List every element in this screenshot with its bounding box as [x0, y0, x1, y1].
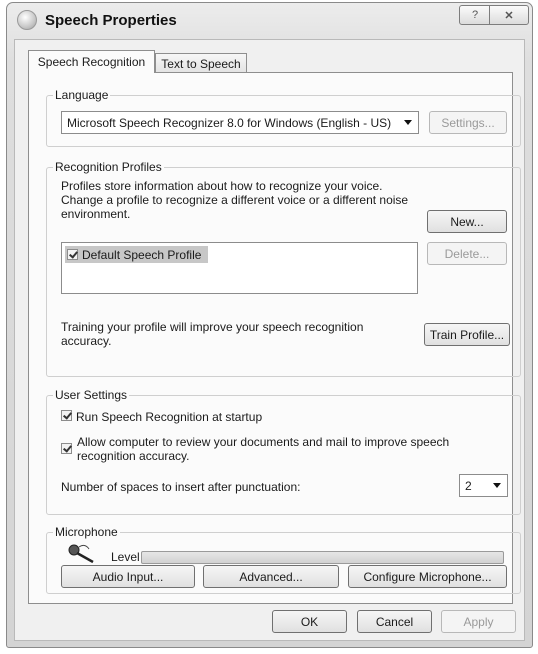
- list-item[interactable]: Default Speech Profile: [65, 246, 208, 263]
- help-icon: ?: [471, 9, 479, 21]
- configure-microphone-button[interactable]: Configure Microphone...: [348, 565, 507, 588]
- spaces-selected-value: 2: [465, 478, 472, 493]
- level-label: Level: [111, 550, 140, 564]
- microphone-icon: [68, 544, 94, 564]
- advanced-button[interactable]: Advanced...: [203, 565, 339, 588]
- close-icon: ✕: [504, 9, 514, 22]
- profiles-description: Profiles store information about how to …: [61, 179, 431, 221]
- user-settings-group-label: User Settings: [53, 388, 130, 402]
- chevron-down-icon: [404, 120, 412, 125]
- review-label-line-2: recognition accuracy.: [77, 449, 190, 463]
- review-label-line-1: Allow computer to review your documents …: [77, 435, 450, 449]
- speech-properties-window: Speech Properties ? ✕ Speech Recognition…: [6, 2, 533, 648]
- speech-app-icon: [17, 10, 37, 30]
- review-label[interactable]: Allow computer to review your documents …: [77, 435, 507, 463]
- recognizer-selected-value: Microsoft Speech Recognizer 8.0 for Wind…: [67, 115, 392, 130]
- ok-button[interactable]: OK: [272, 610, 347, 633]
- window-title: Speech Properties: [45, 12, 177, 29]
- profiles-description-line-1: Profiles store information about how to …: [61, 179, 383, 193]
- settings-button[interactable]: Settings...: [429, 111, 507, 134]
- user-settings-group: User Settings Run Speech Recognition at …: [46, 388, 521, 515]
- help-button[interactable]: ?: [459, 5, 491, 25]
- chevron-down-icon: [493, 483, 501, 488]
- apply-button[interactable]: Apply: [441, 610, 516, 633]
- recognizer-select[interactable]: Microsoft Speech Recognizer 8.0 for Wind…: [61, 111, 419, 134]
- recognition-profiles-group: Recognition Profiles Profiles store info…: [46, 160, 521, 377]
- audio-input-button[interactable]: Audio Input...: [61, 565, 195, 588]
- new-profile-button[interactable]: New...: [427, 210, 507, 233]
- training-description-line-2: accuracy.: [61, 334, 112, 348]
- review-checkbox[interactable]: [61, 443, 72, 454]
- close-button[interactable]: ✕: [489, 5, 529, 25]
- profile-name: Default Speech Profile: [82, 247, 202, 262]
- profiles-description-line-2: Change a profile to recognize a differen…: [61, 193, 409, 207]
- title-bar[interactable]: Speech Properties ? ✕: [7, 3, 532, 39]
- profiles-description-line-3: environment.: [61, 207, 131, 221]
- profile-checkbox[interactable]: [67, 249, 78, 260]
- dialog-client-area: Speech Recognition Text to Speech Langua…: [14, 39, 525, 641]
- tab-text-to-speech[interactable]: Text to Speech: [155, 53, 247, 73]
- microphone-group: Microphone Level Audio Input... Advanced…: [46, 525, 521, 594]
- language-group: Language Microsoft Speech Recognizer 8.0…: [46, 88, 521, 147]
- microphone-group-label: Microphone: [53, 525, 120, 539]
- language-group-label: Language: [53, 88, 111, 102]
- profiles-group-label: Recognition Profiles: [53, 160, 164, 174]
- startup-label: Run Speech Recognition at startup: [76, 410, 263, 424]
- profiles-listbox[interactable]: Default Speech Profile: [61, 242, 418, 294]
- spaces-select[interactable]: 2: [459, 474, 508, 497]
- startup-checkbox[interactable]: [61, 410, 72, 421]
- speech-recognition-panel: Language Microsoft Speech Recognizer 8.0…: [28, 72, 521, 604]
- train-profile-button[interactable]: Train Profile...: [424, 323, 510, 346]
- cancel-button[interactable]: Cancel: [357, 610, 432, 633]
- training-description: Training your profile will improve your …: [61, 320, 401, 348]
- spaces-label: Number of spaces to insert after punctua…: [61, 480, 301, 494]
- training-description-line-1: Training your profile will improve your …: [61, 320, 364, 334]
- mic-level-meter: [141, 551, 504, 564]
- startup-option[interactable]: Run Speech Recognition at startup: [61, 410, 262, 424]
- delete-profile-button[interactable]: Delete...: [427, 242, 507, 265]
- tab-speech-recognition[interactable]: Speech Recognition: [28, 50, 155, 73]
